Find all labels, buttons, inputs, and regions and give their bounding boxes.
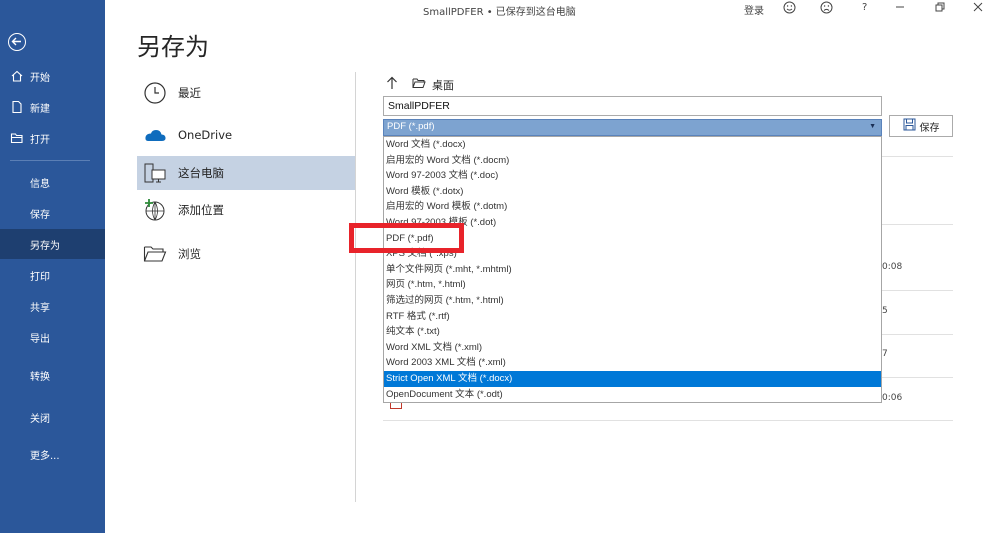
location-browse-label: 浏览 <box>178 247 201 261</box>
location-recent[interactable]: 最近 <box>137 76 355 110</box>
save-button-label: 保存 <box>919 122 940 134</box>
location-recent-label: 最近 <box>178 86 201 100</box>
filetype-option[interactable]: 网页 (*.htm, *.html) <box>384 277 881 293</box>
back-arrow-icon[interactable] <box>8 33 26 51</box>
nav-divider <box>10 160 90 161</box>
filetype-option[interactable]: 启用宏的 Word 文档 (*.docm) <box>384 153 881 169</box>
file-modified-time: 7 <box>882 349 888 359</box>
location-add-place[interactable]: 添加位置 <box>137 193 355 227</box>
browse-folder-icon <box>142 242 168 266</box>
save-button[interactable]: 保存 <box>889 115 953 137</box>
nav-save[interactable]: 保存 <box>0 198 105 228</box>
location-onedrive[interactable]: OneDrive <box>137 118 355 152</box>
nav-convert[interactable]: 转换 <box>0 360 105 390</box>
nav-save-label: 保存 <box>30 209 50 221</box>
window-title: SmallPDFER • 已保存到这台电脑 <box>423 7 576 18</box>
column-divider <box>355 72 356 502</box>
filetype-option[interactable]: Word XML 文档 (*.xml) <box>384 340 881 356</box>
title-bar: SmallPDFER • 已保存到这台电脑 登录 ? <box>105 0 992 20</box>
save-disk-icon <box>903 118 916 134</box>
filetype-option[interactable]: Word 97-2003 文档 (*.doc) <box>384 168 881 184</box>
nav-more[interactable]: 更多... <box>0 439 105 469</box>
nav-close-label: 关闭 <box>30 413 50 425</box>
minimize-icon[interactable] <box>895 2 905 15</box>
filetype-option-highlighted[interactable]: Strict Open XML 文档 (*.docx) <box>384 370 881 387</box>
filetype-option[interactable]: Word 文档 (*.docx) <box>384 137 881 153</box>
home-icon <box>10 69 24 83</box>
nav-new[interactable]: 新建 <box>0 92 105 122</box>
location-browse[interactable]: 浏览 <box>137 237 355 271</box>
folder-icon <box>412 77 426 92</box>
smiley-feedback-icon[interactable] <box>783 1 796 17</box>
nav-close[interactable]: 关闭 <box>0 402 105 432</box>
close-window-icon[interactable] <box>973 2 983 15</box>
nav-info-label: 信息 <box>30 178 50 190</box>
file-list-divider <box>383 420 953 421</box>
nav-info[interactable]: 信息 <box>0 167 105 197</box>
location-add-place-label: 添加位置 <box>178 203 224 217</box>
signin-button[interactable]: 登录 <box>744 2 764 17</box>
breadcrumb: 桌面 <box>386 76 454 93</box>
filetype-option[interactable]: 启用宏的 Word 模板 (*.dotm) <box>384 199 881 215</box>
nav-print[interactable]: 打印 <box>0 260 105 290</box>
filetype-select[interactable]: PDF (*.pdf) ▼ <box>383 119 882 136</box>
filetype-option[interactable]: Word 2003 XML 文档 (*.xml) <box>384 355 881 371</box>
computer-icon <box>142 161 168 185</box>
filetype-option[interactable]: Word 模板 (*.dotx) <box>384 184 881 200</box>
nav-save-as[interactable]: 另存为 <box>0 229 105 259</box>
nav-export-label: 导出 <box>30 333 50 345</box>
nav-save-as-label: 另存为 <box>30 240 60 252</box>
filetype-option[interactable]: 筛选过的网页 (*.htm, *.html) <box>384 293 881 309</box>
restore-icon[interactable] <box>935 2 945 15</box>
file-modified-time: 0:08 <box>882 262 903 272</box>
chevron-down-icon: ▼ <box>869 123 876 130</box>
nav-export[interactable]: 导出 <box>0 322 105 352</box>
nav-share-label: 共享 <box>30 302 50 314</box>
nav-new-label: 新建 <box>30 103 50 115</box>
location-this-pc-label: 这台电脑 <box>178 166 224 180</box>
filetype-dropdown-list[interactable]: Word 文档 (*.docx) 启用宏的 Word 文档 (*.docm) W… <box>383 136 882 403</box>
up-arrow-icon[interactable] <box>386 76 398 93</box>
nav-open[interactable]: 打开 <box>0 123 105 153</box>
nav-more-label: 更多... <box>30 450 60 462</box>
onedrive-cloud-icon <box>142 123 168 147</box>
nav-share[interactable]: 共享 <box>0 291 105 321</box>
file-modified-time: 5 <box>882 306 888 316</box>
clock-icon <box>142 81 168 105</box>
filename-input[interactable] <box>383 96 882 116</box>
filetype-option[interactable]: 纯文本 (*.txt) <box>384 324 881 340</box>
filetype-selected-label: PDF (*.pdf) <box>387 121 435 132</box>
add-location-icon <box>142 198 168 222</box>
filetype-option[interactable]: RTF 格式 (*.rtf) <box>384 309 881 325</box>
open-folder-icon <box>10 131 24 145</box>
file-modified-time: 0:06 <box>882 393 903 403</box>
nav-open-label: 打开 <box>30 134 50 146</box>
new-document-icon <box>10 100 24 114</box>
frown-feedback-icon[interactable] <box>820 1 833 17</box>
location-onedrive-label: OneDrive <box>178 128 233 142</box>
nav-convert-label: 转换 <box>30 371 50 383</box>
page-title: 另存为 <box>137 33 209 61</box>
nav-home-label: 开始 <box>30 72 50 84</box>
highlight-annotation-box <box>349 223 464 253</box>
location-this-pc[interactable]: 这台电脑 <box>137 156 355 190</box>
current-folder-label[interactable]: 桌面 <box>432 77 454 93</box>
pdf-file-icon <box>390 403 402 409</box>
nav-print-label: 打印 <box>30 271 50 283</box>
filetype-option[interactable]: 单个文件网页 (*.mht, *.mhtml) <box>384 262 881 278</box>
help-button[interactable]: ? <box>862 2 867 13</box>
backstage-nav: 开始 新建 打开 信息 保存 另存为 打印 共享 导出 转换 关闭 更多... <box>0 0 105 533</box>
filetype-option[interactable]: OpenDocument 文本 (*.odt) <box>384 387 881 403</box>
nav-home[interactable]: 开始 <box>0 61 105 91</box>
